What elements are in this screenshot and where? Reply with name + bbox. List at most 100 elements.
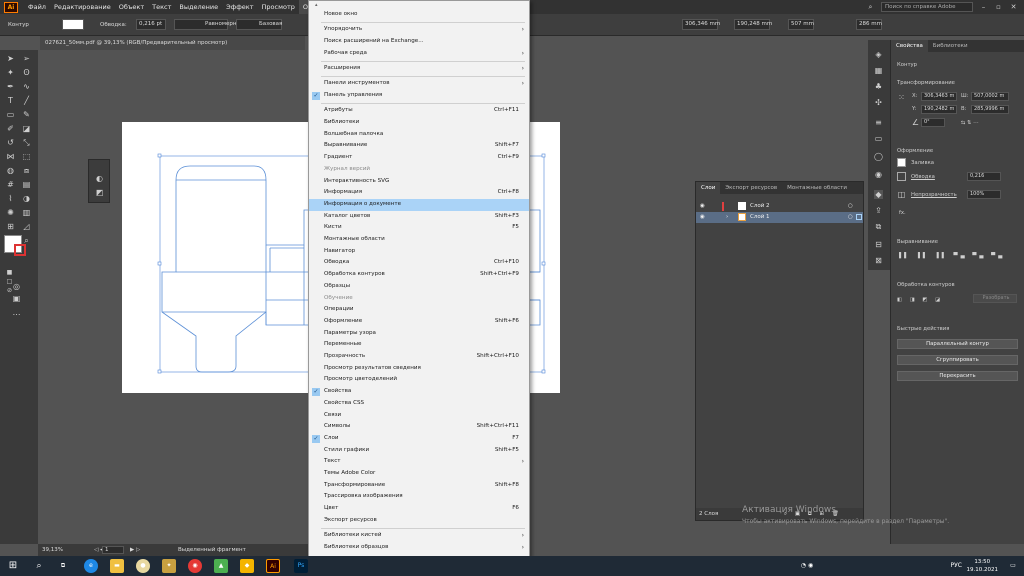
menu-item[interactable]: Свойства CSS xyxy=(309,398,529,410)
menu-item[interactable]: Символы Shift+Ctrl+F11 xyxy=(309,421,529,433)
more-tools-icon[interactable]: ⋯ xyxy=(12,310,21,319)
panel-icon-pathfinder[interactable]: ⊠ xyxy=(874,256,883,265)
menu-object[interactable]: Объект xyxy=(115,0,148,14)
offset-path-button[interactable]: Параллельный контур xyxy=(897,339,1018,349)
menu-item[interactable]: Новое окно xyxy=(309,9,529,21)
prop-stroke-input[interactable]: 0,216 xyxy=(967,172,1001,181)
app-icon-3[interactable]: ▲ xyxy=(214,559,228,573)
menu-item[interactable]: Экспорт ресурсов xyxy=(309,515,529,527)
eyedropper-tool-icon[interactable]: ⌇ xyxy=(6,194,15,203)
minimize-icon[interactable]: – xyxy=(979,3,988,12)
menu-item[interactable]: Оформление Shift+F6 xyxy=(309,316,529,328)
menu-item[interactable]: Выравнивание Shift+F7 xyxy=(309,140,529,152)
recolor-button[interactable]: Перекрасить xyxy=(897,371,1018,381)
menu-item[interactable]: Расширения › xyxy=(309,63,529,75)
menu-item[interactable]: Стили графики Shift+F5 xyxy=(309,445,529,457)
menu-item[interactable]: Трассировка изображения xyxy=(309,491,529,503)
eye-icon[interactable]: ◉ xyxy=(700,201,705,212)
menu-item[interactable]: Темы Adobe Color xyxy=(309,468,529,480)
tab-export-assets[interactable]: Экспорт ресурсов xyxy=(720,182,782,194)
menu-file[interactable]: Файл xyxy=(24,0,50,14)
menu-type[interactable]: Текст xyxy=(148,0,175,14)
menu-item[interactable]: Поиск расширений на Exchange... xyxy=(309,36,529,48)
stroke-label[interactable]: Обводка: xyxy=(100,19,127,31)
stroke-weight-input[interactable]: 0,216 pt xyxy=(136,19,166,30)
illustrator-taskbar-icon[interactable]: Ai xyxy=(266,559,280,573)
x-input[interactable]: 306,346 mm xyxy=(682,19,720,30)
mini-panel-icon-2[interactable]: ◩ xyxy=(95,188,104,197)
maximize-icon[interactable]: ▫ xyxy=(994,3,1003,12)
menu-item[interactable]: Прозрачность Shift+Ctrl+F10 xyxy=(309,351,529,363)
shaper-tool-icon[interactable]: ✐ xyxy=(6,124,15,133)
menu-edit[interactable]: Редактирование xyxy=(50,0,115,14)
menu-item[interactable]: Связи xyxy=(309,410,529,422)
align-buttons-row[interactable]: ▐▌ ▐▌ ▐▌ ▀▄ ▀▄ ▀▄ xyxy=(897,253,1005,259)
menu-item[interactable]: Волшебная палочка xyxy=(309,129,529,141)
tab-properties[interactable]: Свойства xyxy=(891,40,928,52)
pen-tool-icon[interactable]: ✒ xyxy=(6,82,15,91)
draw-mode-icon[interactable]: ◎ xyxy=(12,282,21,291)
expand-button[interactable]: Разобрать xyxy=(973,294,1017,303)
type-tool-icon[interactable]: T xyxy=(6,96,15,105)
artboard-nav-next-icons[interactable]: ▶ ▷ xyxy=(130,544,140,556)
y-input[interactable]: 190,248 mm xyxy=(734,19,772,30)
menu-item[interactable]: Навигатор xyxy=(309,246,529,258)
system-tray-icons[interactable]: ◔ ◉ ◆ ▣ ♪ ⌁ xyxy=(800,559,814,573)
height-input[interactable]: 286 mm xyxy=(856,19,882,30)
scale-tool-icon[interactable]: ⤡ xyxy=(22,138,31,147)
eye-icon[interactable]: ◉ xyxy=(700,212,705,223)
search-icon[interactable]: ⌕ xyxy=(32,559,46,573)
menu-item[interactable]: Каталог цветов Shift+F3 xyxy=(309,211,529,223)
tab-artboards[interactable]: Монтажные области xyxy=(782,182,852,194)
menu-item[interactable]: Информация Ctrl+F8 xyxy=(309,187,529,199)
flip-icons[interactable]: ⇆ ⇅ ⋯ xyxy=(961,120,979,126)
panel-icon-symbols[interactable]: ✣ xyxy=(874,98,883,107)
menu-view[interactable]: Просмотр xyxy=(258,0,299,14)
menu-item[interactable]: Монтажные области xyxy=(309,234,529,246)
photoshop-taskbar-icon[interactable]: Ps xyxy=(294,559,308,573)
prop-opacity-input[interactable]: 100% xyxy=(967,190,1001,199)
perspective-tool-icon[interactable]: ⧈ xyxy=(22,166,31,175)
mini-panel-icon-1[interactable]: ◐ xyxy=(95,174,104,183)
menu-scroll-up-icon[interactable]: ▴ xyxy=(315,2,318,8)
stroke-color-swatch[interactable] xyxy=(14,244,26,256)
notifications-icon[interactable]: ▭ xyxy=(1006,559,1020,573)
menu-item[interactable]: Цвет F6 xyxy=(309,503,529,515)
layer-row[interactable]: ◉ › Слой 1 ○ xyxy=(696,212,863,223)
artboard-tool-icon[interactable]: ⊞ xyxy=(6,222,15,231)
opacity-link-label[interactable]: Непрозрачность xyxy=(911,192,957,198)
menu-item[interactable]: Информация о документе xyxy=(309,198,529,211)
app-icon-4[interactable]: ◆ xyxy=(240,559,254,573)
menu-item[interactable]: Обводка Ctrl+F10 xyxy=(309,257,529,269)
layer-name[interactable]: Слой 2 xyxy=(750,201,770,212)
group-button[interactable]: Сгруппировать xyxy=(897,355,1018,365)
selection-indicator[interactable] xyxy=(856,214,862,220)
panel-icon-brushes[interactable]: ♣ xyxy=(874,82,883,91)
menu-select[interactable]: Выделение xyxy=(175,0,222,14)
menu-item[interactable]: Переменные xyxy=(309,339,529,351)
search-help-input[interactable]: Поиск по справке Adobe xyxy=(881,2,973,12)
expand-arrow-icon[interactable]: › xyxy=(726,212,728,223)
stroke-swatch[interactable] xyxy=(897,172,906,181)
task-view-icon[interactable]: ⧉ xyxy=(56,559,70,573)
layer-name[interactable]: Слой 1 xyxy=(750,212,770,223)
menu-item[interactable]: Атрибуты Ctrl+F11 xyxy=(309,105,529,117)
menu-item[interactable]: Библиотеки образцов › xyxy=(309,542,529,554)
layer-row[interactable]: ◉ Слой 2 ○ xyxy=(696,201,863,212)
app-icon-1[interactable]: ● xyxy=(136,559,150,573)
rotate-tool-icon[interactable]: ↺ xyxy=(6,138,15,147)
panel-icon-layers[interactable]: ◆ xyxy=(874,190,883,199)
profile-select[interactable]: Равномерно xyxy=(174,19,240,30)
stroke-link-label[interactable]: Обводка xyxy=(911,174,935,180)
menu-item[interactable]: Текст › xyxy=(309,456,529,468)
menu-item[interactable]: Интерактивность SVG xyxy=(309,176,529,188)
menu-item[interactable]: Просмотр цветоделений xyxy=(309,374,529,386)
menu-item[interactable]: Рабочая среда › xyxy=(309,48,529,60)
page-number-input[interactable]: 1 xyxy=(102,546,124,554)
line-tool-icon[interactable]: ╱ xyxy=(22,96,31,105)
panel-icon-export[interactable]: ⇪ xyxy=(874,206,883,215)
menu-item[interactable]: Просмотр результатов сведения xyxy=(309,363,529,375)
screen-mode-icon[interactable]: ▣ xyxy=(12,294,21,303)
fill-none-swatch[interactable] xyxy=(897,158,906,167)
rectangle-tool-icon[interactable]: ▭ xyxy=(6,110,15,119)
